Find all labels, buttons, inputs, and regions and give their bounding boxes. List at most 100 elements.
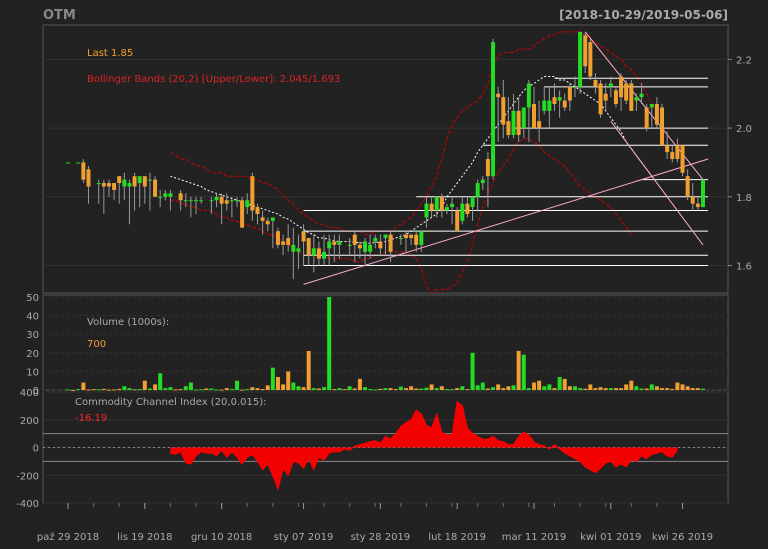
volume-bar	[214, 389, 219, 391]
volume-bar	[81, 382, 86, 390]
candle-body	[265, 220, 270, 225]
volume-bar	[480, 382, 485, 390]
candle-body	[434, 196, 439, 211]
candle-body	[194, 200, 199, 202]
volume-bar	[701, 388, 705, 390]
volume-bar	[306, 350, 311, 390]
volume-bar	[101, 388, 106, 390]
volume-bar	[250, 387, 255, 390]
volume-bar	[501, 388, 506, 390]
candle	[629, 79, 634, 111]
volume-axis-label: 50	[26, 293, 39, 304]
volume-bar	[224, 388, 229, 390]
price-axis-label: 2.2	[736, 55, 752, 66]
volume-bar	[532, 382, 537, 390]
candle-body	[470, 196, 475, 208]
volume-bar	[316, 388, 321, 390]
volume-bar	[188, 382, 193, 390]
volume-bar	[644, 388, 649, 390]
candle-body	[388, 234, 393, 252]
volume-bar	[450, 389, 455, 391]
volume-bar	[654, 386, 659, 390]
candle-body	[501, 97, 506, 125]
candle-body	[414, 234, 419, 245]
candle-body	[250, 176, 255, 211]
volume-bar	[429, 384, 434, 390]
volume-bar	[311, 388, 316, 390]
volume-bar	[127, 388, 132, 390]
volume-bar	[588, 384, 593, 390]
candle-body	[608, 83, 613, 87]
volume-bar	[296, 386, 301, 390]
volume-bar	[639, 388, 644, 390]
volume-value: 700	[87, 339, 106, 350]
candle-body	[419, 231, 424, 245]
volume-bar	[526, 388, 531, 390]
candle-body	[286, 238, 291, 245]
candle-body	[613, 90, 618, 105]
volume-bar	[352, 388, 357, 390]
volume-bar	[613, 388, 618, 390]
candle-body	[496, 93, 501, 98]
volume-bar	[634, 386, 639, 390]
candle-body	[583, 35, 588, 67]
candle-body	[219, 196, 224, 204]
candle-body	[695, 203, 700, 208]
volume-bar	[86, 389, 91, 391]
volume-bar	[255, 388, 260, 390]
volume-bar	[142, 380, 147, 390]
volume-bar	[368, 389, 373, 391]
volume-bar	[521, 354, 526, 390]
candle-body	[557, 97, 562, 101]
candle-body	[240, 200, 245, 228]
candle-body	[234, 200, 239, 202]
volume-bar	[112, 389, 117, 391]
volume-axis-label: 20	[26, 349, 39, 360]
volume-bar	[286, 371, 291, 390]
cci-title: Commodity Channel Index (20,0.015):	[75, 397, 267, 408]
candle-body	[675, 145, 680, 159]
volume-bar	[578, 388, 583, 390]
candle-body	[281, 241, 286, 245]
volume-bar	[173, 389, 178, 391]
candle-body	[199, 200, 204, 202]
candle-body	[153, 179, 158, 197]
volume-bar	[675, 382, 680, 390]
candle	[598, 79, 603, 118]
candle-body	[578, 31, 583, 87]
candle-body	[409, 234, 414, 239]
x-axis-label: kwi 01 2019	[580, 532, 641, 543]
volume-bar	[567, 386, 572, 390]
candle-body	[701, 179, 705, 208]
volume-bar	[106, 389, 111, 391]
volume-bar	[178, 389, 183, 391]
candle-body	[624, 83, 629, 101]
candle-body	[66, 162, 70, 164]
candle-body	[654, 104, 659, 125]
price-axis-label: 1.6	[736, 262, 752, 273]
x-axis-label: paź 29 2018	[37, 531, 99, 543]
price-axis-label: 2.0	[736, 124, 752, 135]
volume-bar	[552, 388, 557, 390]
candle-body	[680, 145, 685, 173]
candle-body	[562, 100, 567, 108]
volume-bar	[603, 388, 608, 390]
candle-body	[301, 231, 306, 242]
cci-value: -16.19	[75, 413, 107, 424]
candle-body	[255, 207, 260, 214]
last-price-label: Last 1.85	[87, 48, 133, 59]
volume-bar	[96, 389, 101, 391]
volume-bar	[347, 386, 352, 390]
candle-body	[229, 200, 234, 202]
volume-bar	[147, 388, 152, 390]
candle-body	[660, 107, 665, 146]
volume-bar	[240, 389, 245, 391]
volume-bar	[506, 386, 511, 390]
volume-bar	[378, 388, 383, 390]
candle-body	[665, 145, 670, 153]
volume-bar	[137, 389, 142, 391]
volume-bar	[194, 389, 199, 391]
volume-bar	[393, 389, 398, 391]
candle-body	[183, 200, 188, 202]
candle-body	[352, 234, 357, 245]
